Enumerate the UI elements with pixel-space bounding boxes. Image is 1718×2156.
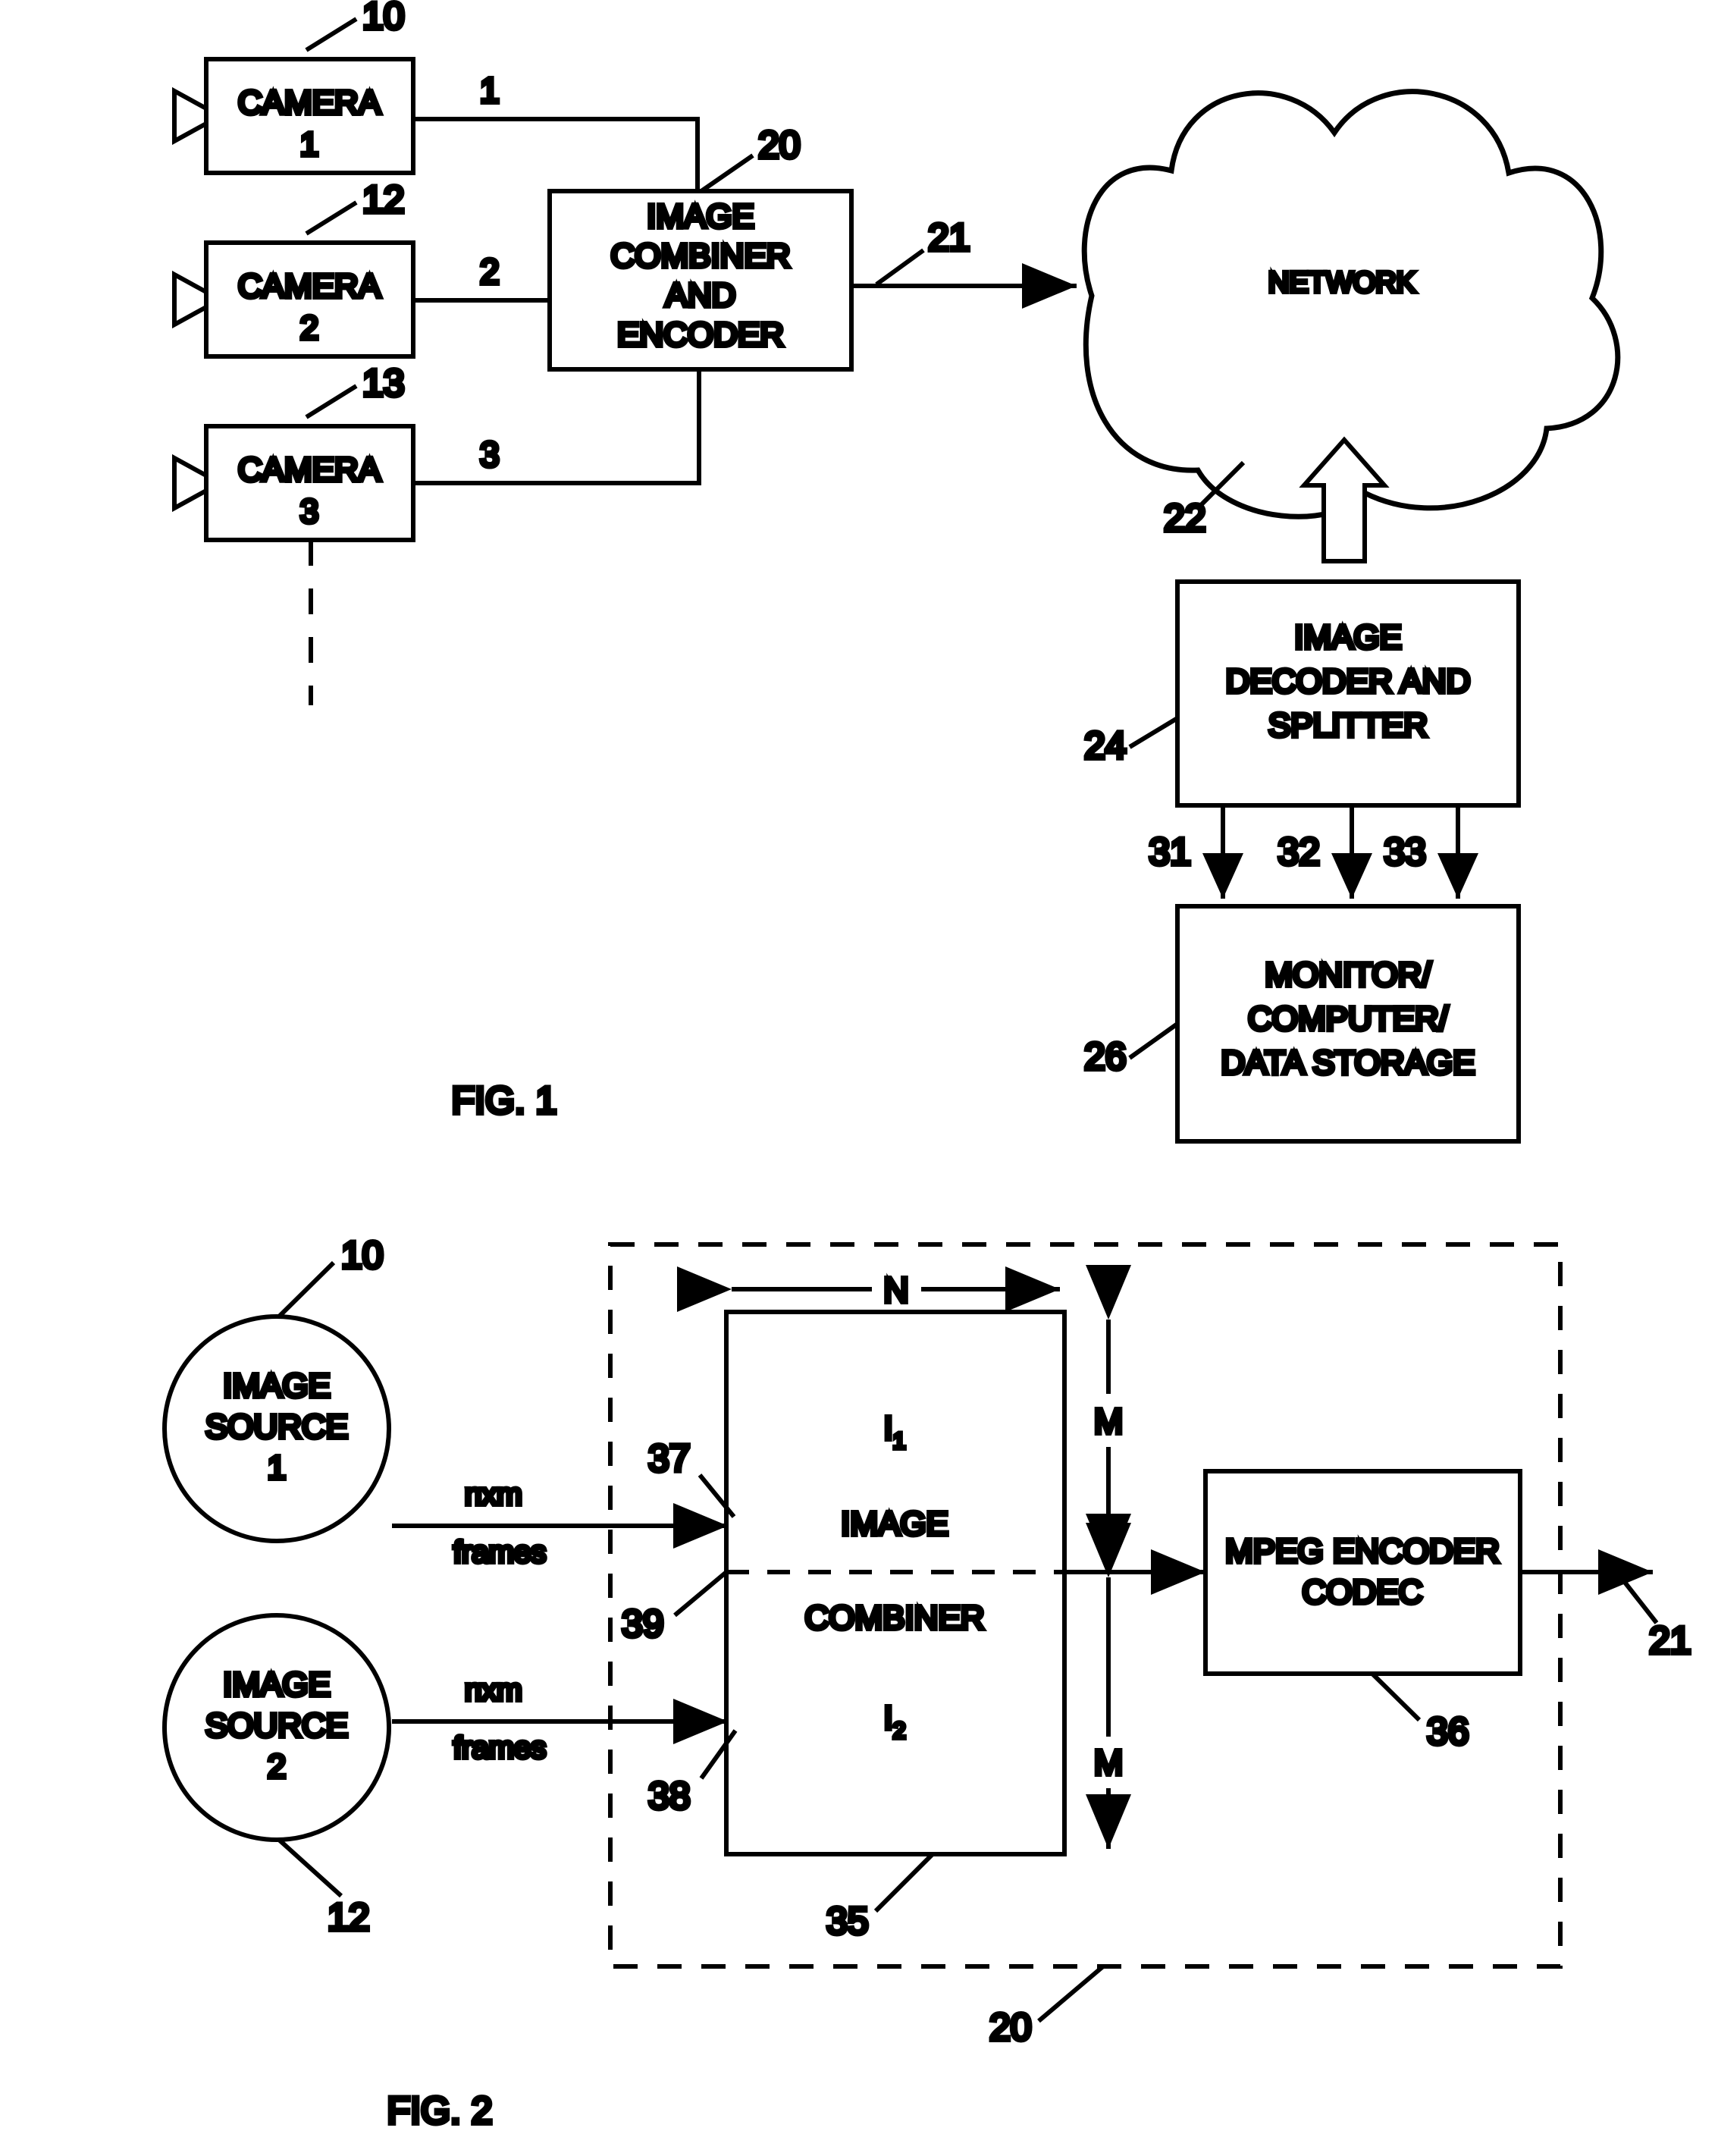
camera-3-label-line2: 3: [300, 493, 318, 530]
image-source-1-ref: 10: [341, 1234, 384, 1276]
sink-label-line1: MONITOR/: [1265, 956, 1431, 993]
enclosure-ref-leader: [1037, 1964, 1105, 2023]
fig2-combiner-label-line1: IMAGE: [841, 1505, 948, 1542]
image-source-1-leader: [277, 1260, 336, 1319]
encoder-36-leader: [1370, 1671, 1422, 1722]
dim-m-bottom-label: M: [1094, 1743, 1123, 1782]
camera-3-leader: [305, 384, 358, 419]
decoder-ref: 24: [1084, 724, 1127, 767]
network-ref: 22: [1164, 497, 1206, 539]
camera-1-leader: [305, 17, 358, 52]
fig2-combiner-box: [724, 1310, 1067, 1856]
camera-2-ref: 12: [362, 178, 405, 221]
camera-3-signal-path: [413, 369, 701, 485]
camera-3-signal-label: 3: [480, 435, 500, 474]
encoder-output-21-leader: [1619, 1576, 1659, 1624]
camera-1-lens-icon: [172, 86, 208, 146]
sink-ref-leader: [1128, 1022, 1179, 1060]
encoder-label-line1: MPEG ENCODER: [1225, 1533, 1500, 1570]
stream-21-ref: 21: [928, 216, 970, 259]
network-label: NETWORK: [1268, 267, 1415, 299]
camera-1-label-line2: 1: [300, 126, 318, 163]
fig1-caption: FIG. 1: [452, 1079, 557, 1122]
camera-2-leader: [305, 200, 358, 236]
drawing-canvas: CAMERA 1 10 1 CAMERA 2 12 2 CAMERA 3 13 …: [162, 0, 1694, 2134]
camera-3-ref: 13: [362, 362, 405, 404]
camera-1-signal-label: 1: [480, 71, 500, 110]
stream-21-leader: [875, 248, 925, 287]
input-38-ref: 38: [648, 1775, 691, 1817]
combiner-label-line1: IMAGE: [647, 198, 754, 235]
combiner-region-i1-label: I1: [884, 1410, 906, 1454]
dim-m-top-label: M: [1094, 1401, 1123, 1441]
encoder-output-21-ref: 21: [1649, 1619, 1691, 1662]
combiner-label-line3: AND: [666, 277, 736, 314]
image-source-1-line1: IMAGE: [223, 1367, 331, 1404]
camera-1-label-line1: CAMERA: [238, 84, 381, 121]
fig2-caption: FIG. 2: [387, 2089, 493, 2132]
source-2-flow-line2: frames: [453, 1731, 546, 1765]
fig2-combiner-label-line2: COMBINER: [804, 1599, 984, 1637]
dim-n-label: N: [883, 1270, 908, 1310]
decoder-label-line3: SPLITTER: [1268, 707, 1428, 744]
image-source-2-line2: SOURCE: [205, 1707, 348, 1744]
image-source-2-line3: 2: [268, 1748, 286, 1785]
camera-3-label-line1: CAMERA: [238, 451, 381, 488]
network-to-decoder-block-arrow: [1299, 436, 1390, 563]
combiner-ref: 20: [758, 124, 801, 166]
sink-label-line2: COMPUTER/: [1248, 1000, 1449, 1037]
combiner-region-i2-label: I2: [884, 1699, 906, 1743]
image-source-2-line1: IMAGE: [223, 1666, 331, 1703]
split-39-ref: 39: [622, 1602, 664, 1645]
encoder-36-ref: 36: [1427, 1710, 1469, 1753]
camera-2-label-line2: 2: [300, 309, 318, 347]
split-39-leader: [673, 1570, 728, 1618]
decoder-label-line1: IMAGE: [1294, 619, 1402, 656]
combiner-label-line4: ENCODER: [617, 316, 784, 353]
input-37-leader: [698, 1473, 736, 1518]
camera-2-label-line1: CAMERA: [238, 268, 381, 305]
split-output-33-ref: 33: [1384, 830, 1426, 873]
encoder-label-line2: CODEC: [1303, 1574, 1423, 1611]
source-1-flow-line2: frames: [453, 1536, 546, 1569]
image-source-2-ref: 12: [328, 1896, 370, 1938]
source-2-flow-line1: nxm: [465, 1674, 522, 1707]
camera-1-signal-path: [413, 117, 700, 191]
camera-1-ref: 10: [362, 0, 405, 37]
combiner-35-ref: 35: [826, 1900, 869, 1942]
split-output-31-ref: 31: [1149, 830, 1191, 873]
combiner-label-line2: COMBINER: [610, 237, 790, 275]
mpeg-encoder-codec-box: [1203, 1469, 1522, 1676]
image-source-2-leader: [277, 1837, 343, 1898]
enclosure-ref: 20: [989, 2006, 1032, 2048]
decoder-label-line2: DECODER AND: [1226, 663, 1471, 700]
decoder-ref-leader: [1128, 716, 1179, 749]
combiner-35-leader: [873, 1852, 935, 1913]
input-37-ref: 37: [648, 1437, 691, 1480]
camera-3-lens-icon: [172, 453, 208, 513]
patent-drawing-sheet: CAMERA 1 10 1 CAMERA 2 12 2 CAMERA 3 13 …: [0, 0, 1718, 2156]
split-output-32-ref: 32: [1278, 830, 1320, 873]
image-source-1-line3: 1: [268, 1449, 286, 1486]
image-source-1-line2: SOURCE: [205, 1408, 348, 1445]
source-1-flow-line1: nxm: [465, 1478, 522, 1511]
camera-2-lens-icon: [172, 270, 208, 329]
camera-2-signal-label: 2: [480, 252, 500, 291]
combiner-ref-leader: [700, 153, 754, 193]
input-38-leader: [699, 1729, 738, 1780]
sink-label-line3: DATA STORAGE: [1221, 1044, 1475, 1081]
sink-ref: 26: [1084, 1035, 1127, 1078]
